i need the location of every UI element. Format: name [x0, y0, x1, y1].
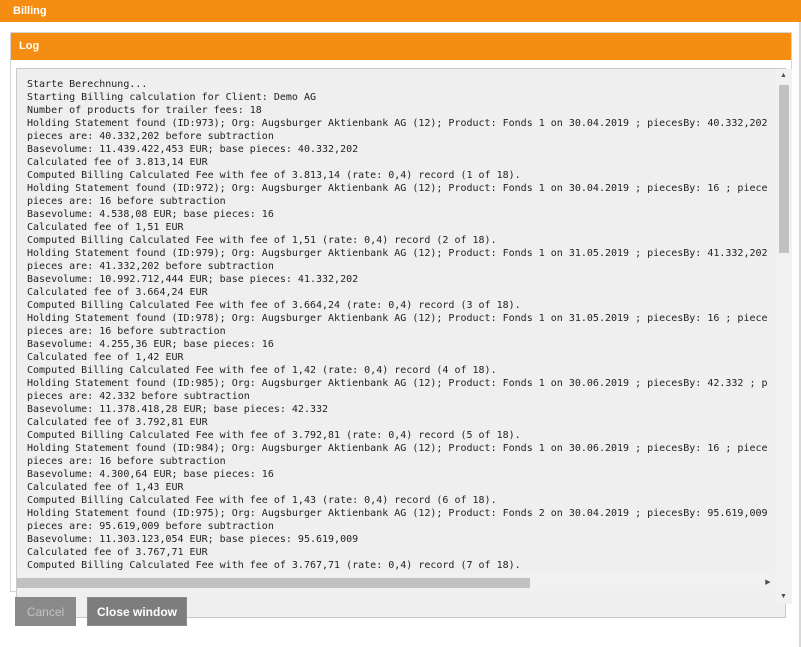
log-line: Basevolume: 11.303.123,054 EUR; base pie…: [27, 534, 359, 545]
log-line: Computed Billing Calculated Fee with fee…: [27, 300, 521, 311]
vertical-scrollbar[interactable]: ▲ ▼: [775, 69, 792, 604]
log-line: Computed Billing Calculated Fee with fee…: [27, 235, 497, 246]
log-line: Holding Statement found (ID:985); Org: A…: [27, 378, 767, 389]
log-line: Calculated fee of 1,51 EUR: [27, 222, 184, 233]
scroll-up-icon[interactable]: ▲: [775, 69, 792, 83]
log-line: Holding Statement found (ID:984); Org: A…: [27, 443, 767, 454]
log-line: Calculated fee of 1,42 EUR: [27, 352, 184, 363]
cancel-button[interactable]: Cancel: [15, 597, 76, 626]
log-line: Holding Statement found (ID:973); Org: A…: [27, 118, 767, 129]
log-line: pieces are: 16 before subtraction: [27, 456, 226, 467]
log-line: Computed Billing Calculated Fee with fee…: [27, 365, 497, 376]
log-line: Calculated fee of 1,43 EUR: [27, 482, 184, 493]
log-line: pieces are: 16 before subtraction: [27, 326, 226, 337]
vertical-scroll-thumb[interactable]: [779, 85, 789, 253]
log-line: Calculated fee of 3.767,71 EUR: [27, 547, 208, 558]
log-line: Computed Billing Calculated Fee with fee…: [27, 560, 521, 571]
scroll-right-icon[interactable]: ▶: [761, 574, 775, 591]
close-window-button[interactable]: Close window: [87, 597, 187, 626]
log-line: Basevolume: 4.255,36 EUR; base pieces: 1…: [27, 339, 274, 350]
log-line: Computed Billing Calculated Fee with fee…: [27, 495, 497, 506]
horizontal-scroll-thumb[interactable]: [17, 578, 530, 588]
log-line: pieces are: 40.332,202 before subtractio…: [27, 131, 274, 142]
log-panel: Log Starte Berechnung... Starting Billing…: [10, 32, 792, 618]
log-line: Basevolume: 4.538,08 EUR; base pieces: 1…: [27, 209, 274, 220]
log-line: Holding Statement found (ID:978); Org: A…: [27, 313, 767, 324]
panel-title: Log: [11, 33, 791, 60]
log-line: pieces are: 95.619,009 before subtractio…: [27, 521, 274, 532]
log-content: Starte Berechnung... Starting Billing cal…: [17, 69, 767, 574]
log-textarea[interactable]: Starte Berechnung... Starting Billing cal…: [16, 68, 792, 618]
log-line: Number of products for trailer fees: 18: [27, 105, 262, 116]
log-line: Calculated fee of 3.792,81 EUR: [27, 417, 208, 428]
scroll-down-icon[interactable]: ▼: [775, 590, 792, 604]
log-line: Calculated fee of 3.664,24 EUR: [27, 287, 208, 298]
log-line: Starting Billing calculation for Client:…: [27, 92, 316, 103]
log-line: Basevolume: 10.992.712,444 EUR; base pie…: [27, 274, 359, 285]
log-line: Basevolume: 11.378.418,28 EUR; base piec…: [27, 404, 329, 415]
log-line: pieces are: 16 before subtraction: [27, 196, 226, 207]
log-line: Starte Berechnung...: [27, 79, 148, 90]
log-line: Basevolume: 11.439.422,453 EUR; base pie…: [27, 144, 359, 155]
log-line: pieces are: 41.332,202 before subtractio…: [27, 261, 274, 272]
log-line: Holding Statement found (ID:972); Org: A…: [27, 183, 767, 194]
log-line: Calculated fee of 3.813,14 EUR: [27, 157, 208, 168]
log-line: Computed Billing Calculated Fee with fee…: [27, 430, 521, 441]
log-line: Holding Statement found (ID:975); Org: A…: [27, 508, 767, 519]
horizontal-scrollbar[interactable]: ◀ ▶: [17, 574, 775, 591]
window-title: Billing: [0, 0, 801, 22]
log-line: pieces are: 42.332 before subtraction: [27, 391, 250, 402]
log-line: Basevolume: 4.300,64 EUR; base pieces: 1…: [27, 469, 274, 480]
log-line: Computed Billing Calculated Fee with fee…: [27, 170, 521, 181]
log-line: Holding Statement found (ID:979); Org: A…: [27, 248, 767, 259]
